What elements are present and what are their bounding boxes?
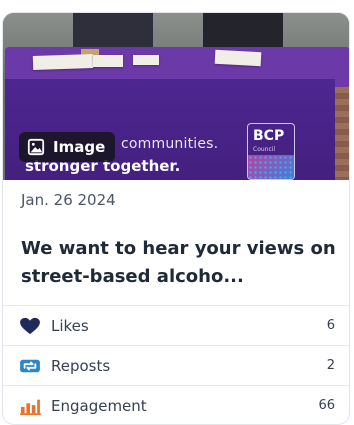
repost-icon xyxy=(19,357,41,375)
post-card[interactable]: communities. stronger together. BCP Coun… xyxy=(2,12,350,425)
logo-text: BCP xyxy=(253,128,285,144)
metric-likes: Likes 6 xyxy=(3,305,349,345)
metric-value: 2 xyxy=(326,358,335,373)
leaflet xyxy=(133,55,159,65)
metric-label: Likes xyxy=(51,316,89,335)
metrics-list: Likes 6 Reposts 2 Engagement 66 xyxy=(3,305,349,424)
engagement-icon xyxy=(19,397,41,415)
metric-engagement: Engagement 66 xyxy=(3,385,349,424)
post-title[interactable]: We want to hear your views on street-bas… xyxy=(21,235,341,291)
logo-subtext: Council xyxy=(253,146,276,153)
image-type-badge: Image xyxy=(19,132,116,162)
metric-label: Engagement xyxy=(51,396,147,415)
leaflet xyxy=(93,55,123,67)
metric-reposts: Reposts 2 xyxy=(3,345,349,385)
metric-value: 66 xyxy=(318,398,335,413)
image-badge-label: Image xyxy=(53,138,106,156)
tablecloth-slogan-line1: communities. xyxy=(121,136,219,152)
image-icon xyxy=(27,138,45,156)
post-image[interactable]: communities. stronger together. BCP Coun… xyxy=(3,13,349,180)
leaflet xyxy=(214,49,262,67)
heart-icon xyxy=(19,317,41,335)
leaflet xyxy=(32,53,94,71)
post-date: Jan. 26 2024 xyxy=(21,191,116,209)
metric-label: Reposts xyxy=(51,356,111,375)
logo-pattern xyxy=(248,155,294,179)
council-logo: BCP Council xyxy=(247,123,295,180)
metric-value: 6 xyxy=(326,318,335,333)
